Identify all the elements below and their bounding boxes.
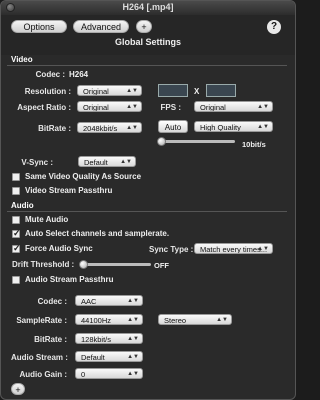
footer-add-button[interactable]: + — [11, 383, 25, 395]
updown-arrows-icon: ▲▼ — [127, 336, 139, 342]
audio-passthru-checkbox[interactable] — [12, 276, 20, 284]
checkmark-icon: ✓ — [13, 228, 21, 238]
vsync-select[interactable]: Default ▲▼ — [78, 156, 136, 167]
help-icon[interactable]: ? — [267, 20, 281, 34]
aspect-ratio-select-value: Original — [83, 103, 109, 112]
audio-bitrate-select-value: 128kbit/s — [81, 335, 112, 344]
audio-gain-label: Audio Gain : — [19, 370, 67, 379]
audio-bitrate-label: BitRate : — [34, 335, 67, 344]
video-bitrate-label: BitRate : — [38, 124, 71, 133]
checkmark-icon: ✓ — [13, 243, 21, 253]
aspect-ratio-select[interactable]: Original ▲▼ — [77, 101, 142, 112]
updown-arrows-icon: ▲▼ — [127, 317, 139, 323]
video-codec-value: H264 — [69, 70, 89, 79]
updown-arrows-icon: ▲▼ — [257, 104, 269, 110]
video-bitrate-select[interactable]: 2048kbit/s ▲▼ — [77, 122, 142, 133]
page-title: Global Settings — [114, 37, 181, 47]
audio-codec-select-value: AAC — [81, 297, 97, 306]
vsync-select-value: Default — [84, 158, 108, 167]
title-bar: H264 [.mp4] — [1, 1, 295, 16]
resolution-height-field[interactable] — [206, 84, 236, 97]
resolution-width-field[interactable] — [158, 84, 188, 97]
video-section-label: Video — [11, 55, 33, 64]
audio-section-label: Audio — [11, 201, 34, 210]
audio-passthru-label: Audio Stream Passthru — [25, 275, 114, 284]
video-divider — [7, 65, 287, 66]
updown-arrows-icon: ▲▼ — [127, 371, 139, 377]
aspect-ratio-label: Aspect Ratio : — [17, 103, 71, 112]
audio-divider — [7, 211, 287, 212]
drift-threshold-readout: OFF — [154, 261, 169, 270]
samplerate-label: SampleRate : — [16, 316, 67, 325]
audio-codec-select[interactable]: AAC ▲▼ — [75, 295, 143, 306]
window-title: H264 [.mp4] — [122, 2, 174, 12]
sync-type-label: Sync Type : — [149, 245, 194, 254]
vsync-label: V-Sync : — [21, 158, 53, 167]
audio-gain-select[interactable]: 0 ▲▼ — [75, 368, 143, 379]
video-bitrate-select-value: 2048kbit/s — [83, 124, 118, 133]
fps-label: FPS : — [160, 103, 181, 112]
updown-arrows-icon: ▲▼ — [127, 354, 139, 360]
auto-bitrate-button[interactable]: Auto — [158, 120, 188, 133]
drift-threshold-slider-knob[interactable] — [79, 260, 88, 269]
resolution-select[interactable]: Original ▲▼ — [77, 85, 142, 96]
audio-stream-select-value: Default — [81, 353, 105, 362]
force-audio-sync-checkbox[interactable]: ✓ — [12, 243, 21, 253]
advanced-button[interactable]: Advanced — [73, 20, 129, 33]
auto-select-channels-checkbox[interactable]: ✓ — [12, 228, 21, 238]
updown-arrows-icon: ▲▼ — [127, 298, 139, 304]
updown-arrows-icon: ▲▼ — [216, 317, 228, 323]
updown-arrows-icon: ▲▼ — [120, 159, 132, 165]
resolution-label: Resolution : — [24, 87, 71, 96]
fps-select-value: Original — [200, 103, 226, 112]
drift-threshold-slider-track[interactable] — [81, 263, 151, 266]
fps-select[interactable]: Original ▲▼ — [194, 101, 273, 112]
resolution-select-value: Original — [83, 87, 109, 96]
samplerate-select[interactable]: 44100Hz ▲▼ — [75, 314, 143, 325]
settings-window: H264 [.mp4] Options Advanced + ? Global … — [0, 0, 296, 400]
quality-readout: 10bit/s — [242, 140, 266, 149]
audio-stream-label: Audio Stream : — [11, 353, 68, 362]
quality-select[interactable]: High Quality ▲▼ — [194, 121, 273, 132]
options-button[interactable]: Options — [11, 20, 67, 33]
auto-select-channels-label: Auto Select channels and samplerate. — [25, 229, 170, 238]
audio-bitrate-select[interactable]: 128kbit/s ▲▼ — [75, 333, 143, 344]
audio-gain-select-value: 0 — [81, 370, 86, 379]
video-passthru-label: Video Stream Passthru — [25, 186, 113, 195]
audio-stream-select[interactable]: Default ▲▼ — [75, 351, 143, 362]
updown-arrows-icon: ▲▼ — [126, 125, 138, 131]
channels-select[interactable]: Stereo ▲▼ — [158, 314, 232, 325]
sync-type-select[interactable]: Match every times... ▲▼ — [194, 243, 273, 254]
drift-threshold-label: Drift Threshold : — [12, 260, 75, 269]
audio-codec-label: Codec : — [37, 297, 67, 306]
resolution-x-separator: X — [194, 87, 200, 96]
samplerate-select-value: 44100Hz — [81, 316, 112, 325]
toolbar: Options Advanced + — [1, 15, 295, 55]
video-codec-label: Codec : — [35, 70, 65, 79]
add-preset-button[interactable]: + — [136, 20, 152, 33]
same-quality-checkbox[interactable] — [12, 173, 20, 181]
updown-arrows-icon: ▲▼ — [257, 124, 269, 130]
channels-select-value: Stereo — [164, 316, 187, 325]
force-audio-sync-label: Force Audio Sync — [25, 244, 93, 253]
mute-audio-label: Mute Audio — [25, 215, 69, 224]
same-quality-label: Same Video Quality As Source — [25, 172, 142, 181]
quality-select-value: High Quality — [200, 123, 241, 132]
quality-slider-track[interactable] — [159, 140, 235, 143]
mute-audio-checkbox[interactable] — [12, 216, 20, 224]
updown-arrows-icon: ▲▼ — [126, 104, 138, 110]
updown-arrows-icon: ▲▼ — [126, 88, 138, 94]
updown-arrows-icon: ▲▼ — [257, 246, 269, 252]
quality-slider-knob[interactable] — [157, 137, 166, 146]
video-passthru-checkbox[interactable] — [12, 187, 20, 195]
